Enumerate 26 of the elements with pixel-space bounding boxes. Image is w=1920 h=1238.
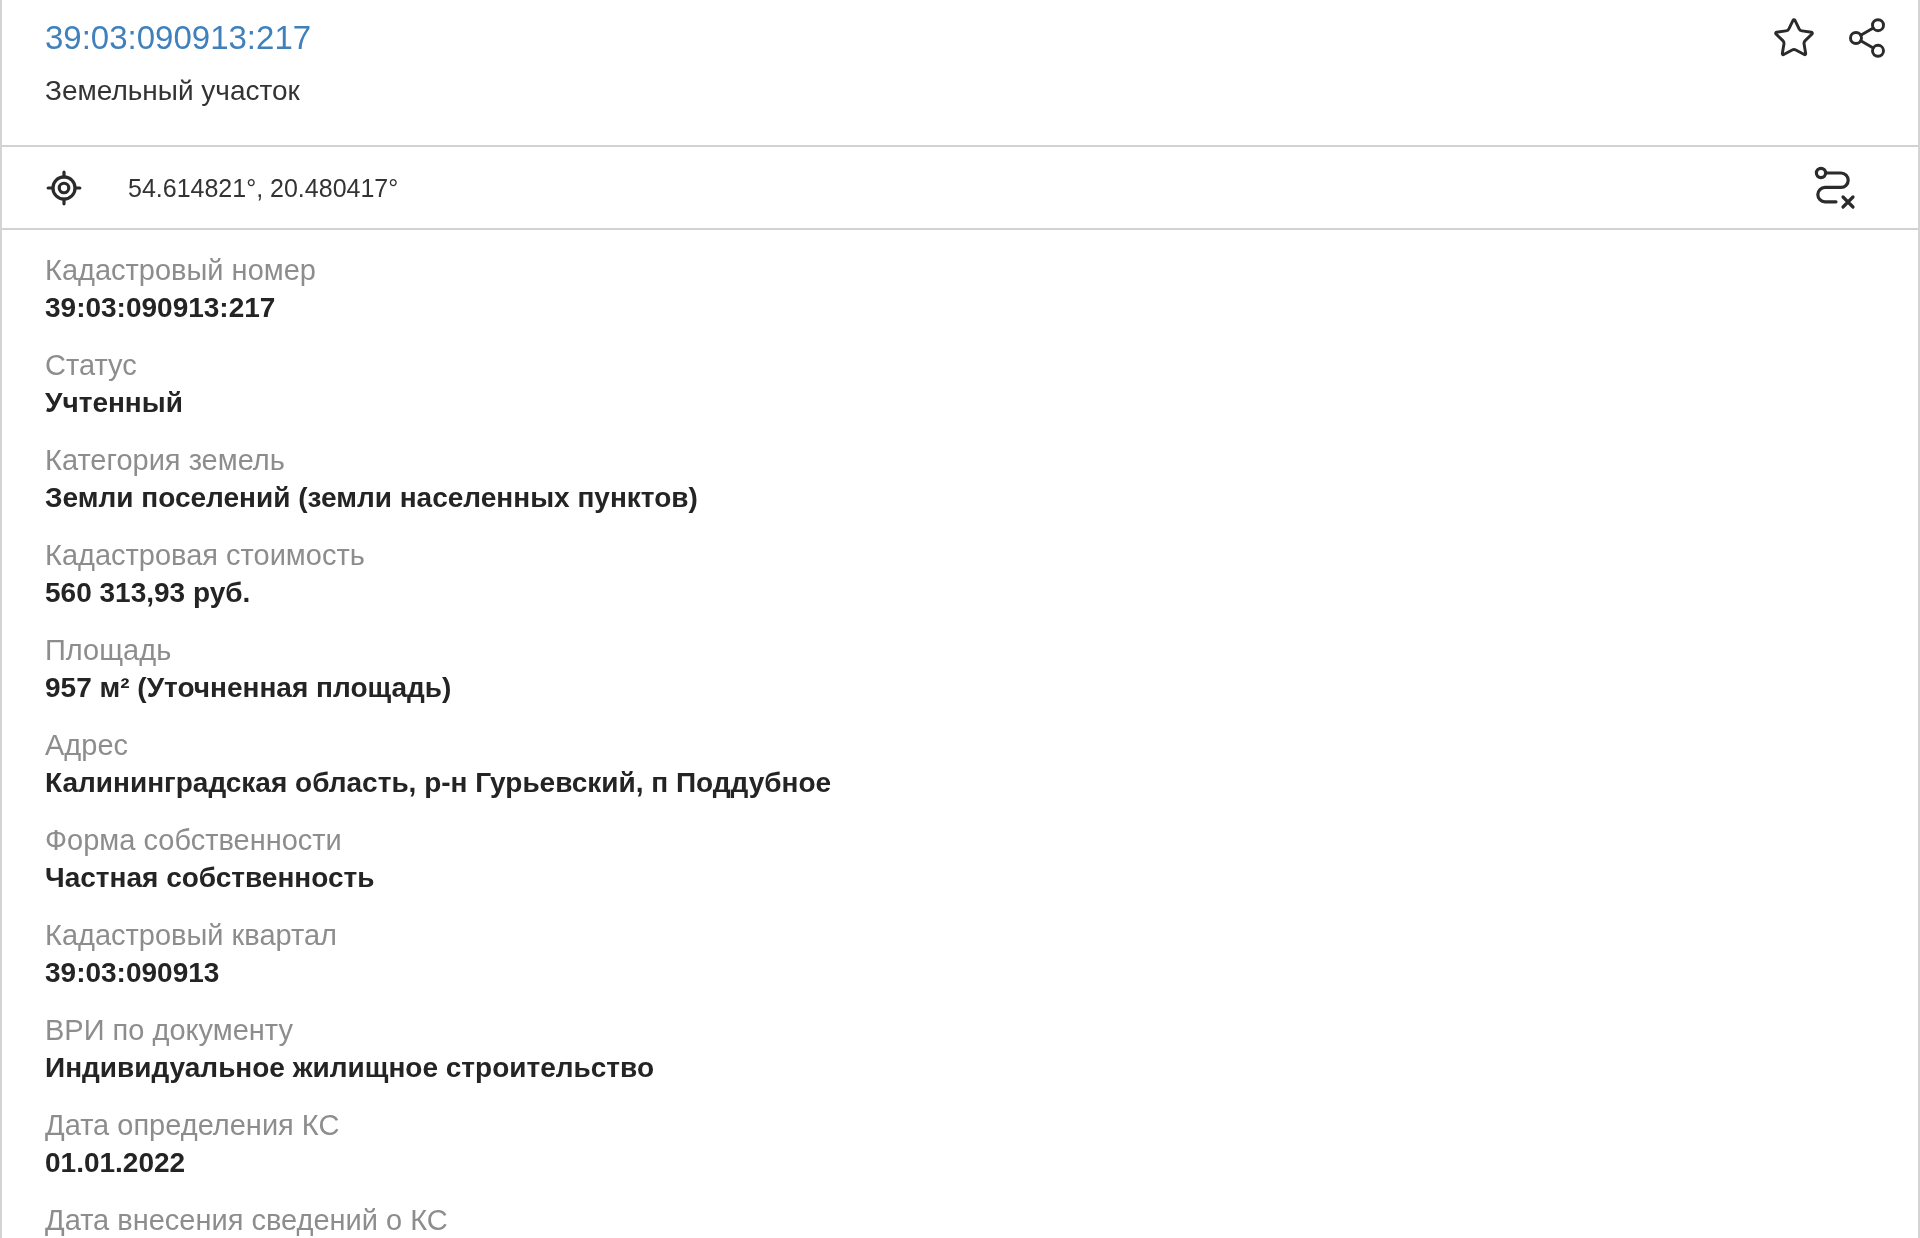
field-label: Дата определения КС [45, 1108, 340, 1143]
locate-icon[interactable] [45, 168, 83, 207]
field-label: Площадь [45, 633, 172, 668]
field-value: Индивидуальное жилищное строительство [45, 1051, 654, 1085]
field-label: Адрес [45, 728, 129, 763]
field-label: Форма собственности [45, 823, 342, 858]
field-label: Статус [45, 348, 137, 383]
field-value: 957 м² (Уточненная площадь) [45, 671, 452, 705]
field-value: 01.01.2022 [45, 1146, 186, 1180]
coordinates-text: 54.614821°, 20.480417° [128, 172, 399, 203]
route-cancel-icon[interactable] [1814, 165, 1856, 210]
field-label: ВРИ по документу [45, 1013, 293, 1048]
field-label: Дата внесения сведений о КС [45, 1203, 448, 1238]
field-value: Учтенный [45, 386, 183, 420]
object-type-text: Земельный участок [45, 74, 301, 108]
field-value: Частная собственность [45, 861, 375, 895]
field-value: 39:03:090913 [45, 956, 220, 990]
field-label: Кадастровый квартал [45, 918, 337, 953]
field-value: Земли поселений (земли населенных пунктов) [45, 481, 698, 515]
field-label: Категория земель [45, 443, 285, 478]
field-value: 39:03:090913:217 [45, 291, 276, 325]
field-value: Калининградская область, р-н Гурьевский, п Поддубное [45, 766, 832, 800]
field-label: Кадастровый номер [45, 253, 316, 288]
field-value: 560 313,93 руб. [45, 576, 251, 610]
field-label: Кадастровая стоимость [45, 538, 365, 573]
parcel-title-link[interactable]: 39:03:090913:217 [45, 19, 312, 57]
